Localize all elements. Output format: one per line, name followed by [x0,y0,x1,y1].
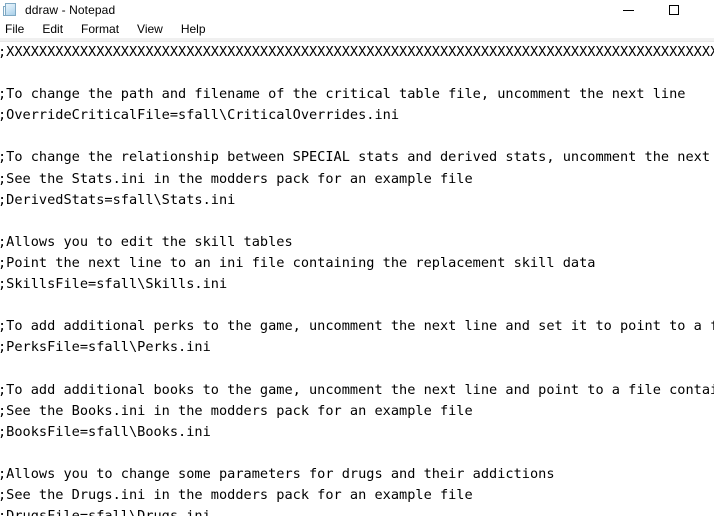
menu-item-help[interactable]: Help [172,20,215,38]
editor-line: ;BooksFile=sfall\Books.ini [0,423,211,440]
editor-line: ;To change the relationship between SPEC… [0,149,714,166]
close-button[interactable] [697,0,714,20]
maximize-icon [669,5,679,15]
menu-item-edit[interactable]: Edit [33,20,72,38]
editor-line: ;See the Books.ini in the modders pack f… [0,402,473,419]
editor-line: ;Point the next line to an ini file cont… [0,254,596,271]
minimize-icon [622,9,634,11]
notepad-document-icon [3,2,19,18]
menu-item-file[interactable]: File [2,20,33,38]
editor-line: ;Allows you to edit the skill tables [0,233,293,250]
minimize-button[interactable] [605,0,651,20]
editor-line: ;To add additional perks to the game, un… [0,318,714,335]
editor-line: ;DrugsFile=sfall\Drugs.ini [0,506,714,516]
window-controls [605,0,714,20]
editor-line: ;Allows you to change some parameters fo… [0,465,555,482]
editor-line: ;To add additional books to the game, un… [0,381,714,398]
menu-item-format[interactable]: Format [72,20,128,38]
menu-bar: File Edit Format View Help [0,20,714,38]
maximize-button[interactable] [651,0,697,20]
editor-line: ;XXXXXXXXXXXXXXXXXXXXXXXXXXXXXXXXXXXXXXX… [0,44,714,60]
editor-line: ;See the Stats.ini in the modders pack f… [0,170,473,187]
text-editor-area[interactable]: ;XXXXXXXXXXXXXXXXXXXXXXXXXXXXXXXXXXXXXXX… [0,42,714,516]
editor-line: ;DerivedStats=sfall\Stats.ini [0,191,236,208]
editor-line: ;SkillsFile=sfall\Skills.ini [0,276,228,293]
editor-line: ;PerksFile=sfall\Perks.ini [0,339,211,356]
notepad-window: ddraw - Notepad File Edit Format View He… [0,0,714,516]
editor-line: ;OverrideCriticalFile=sfall\CriticalOver… [0,107,400,124]
window-title: ddraw - Notepad [25,3,116,17]
title-bar: ddraw - Notepad [0,0,714,20]
editor-line: ;See the Drugs.ini in the modders pack f… [0,486,473,503]
document-text[interactable]: ;XXXXXXXXXXXXXXXXXXXXXXXXXXXXXXXXXXXXXXX… [0,42,714,516]
editor-line: ;To change the path and filename of the … [0,86,686,103]
menu-item-view[interactable]: View [128,20,172,38]
